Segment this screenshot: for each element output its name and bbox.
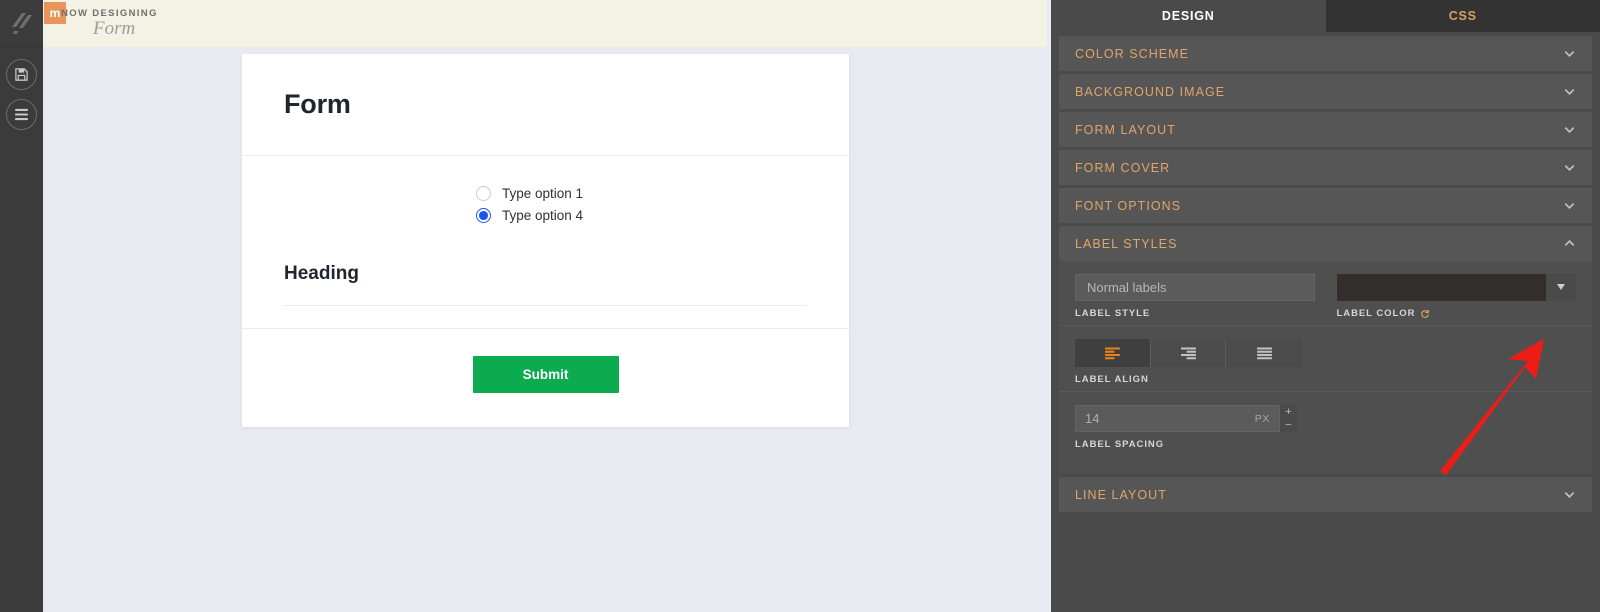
- section-header-line-layout[interactable]: LINE LAYOUT: [1059, 477, 1592, 512]
- label-spacing-input[interactable]: 14 PX: [1075, 405, 1280, 432]
- stepper-buttons: + −: [1280, 405, 1297, 432]
- menu-icon: [14, 108, 29, 121]
- chevron-down-icon: [1562, 46, 1577, 61]
- section-header-font-options[interactable]: FONT OPTIONS: [1059, 188, 1592, 223]
- app-logo[interactable]: [0, 0, 43, 47]
- label-color-picker[interactable]: [1336, 274, 1576, 301]
- chevron-down-icon: [1562, 487, 1577, 502]
- section-title: LINE LAYOUT: [1075, 487, 1167, 502]
- section-background-image: BACKGROUND IMAGE: [1059, 74, 1592, 109]
- label-style-select[interactable]: Normal labels: [1075, 274, 1315, 301]
- align-left-button[interactable]: [1075, 339, 1151, 367]
- label-color-dropdown-button[interactable]: [1546, 274, 1576, 301]
- caption-text: LABEL ALIGN: [1075, 374, 1149, 385]
- app-logo-icon: [9, 10, 35, 36]
- field-label-align: LABEL ALIGN: [1075, 339, 1320, 385]
- form-title: Form: [284, 89, 351, 119]
- app-root: m NOW DESIGNING Form Form Type option 1: [0, 0, 1600, 612]
- section-font-options: FONT OPTIONS: [1059, 188, 1592, 223]
- reset-icon[interactable]: [1420, 309, 1430, 319]
- align-right-icon: [1180, 346, 1197, 360]
- radio-row[interactable]: Type option 4: [476, 208, 807, 223]
- caption-text: LABEL SPACING: [1075, 439, 1165, 450]
- form-footer: Submit: [242, 329, 849, 427]
- radio-row[interactable]: Type option 1: [476, 186, 807, 201]
- field-label-style: Normal labels LABEL STYLE: [1075, 274, 1315, 319]
- rail-buttons: [6, 47, 37, 130]
- stepper-increment-button[interactable]: +: [1280, 405, 1297, 419]
- section-header-label-styles[interactable]: LABEL STYLES: [1059, 226, 1592, 261]
- section-title: FORM COVER: [1075, 160, 1171, 175]
- row-label-style-color: Normal labels LABEL STYLE LABEL COLOR: [1059, 261, 1592, 325]
- chevron-down-icon: [1562, 84, 1577, 99]
- submit-button[interactable]: Submit: [472, 356, 619, 393]
- label-styles-body: Normal labels LABEL STYLE LABEL COLOR LA…: [1059, 261, 1592, 474]
- radio-label-option-4: Type option 4: [502, 208, 584, 223]
- panel-sections: COLOR SCHEME BACKGROUND IMAGE FORM LAYOU…: [1051, 32, 1600, 612]
- tab-design[interactable]: DESIGN: [1051, 0, 1326, 32]
- radio-group: Type option 1 Type option 4: [284, 186, 807, 223]
- label-spacing-value: 14: [1085, 411, 1100, 426]
- label-spacing-unit: PX: [1254, 412, 1270, 425]
- section-header-form-layout[interactable]: FORM LAYOUT: [1059, 112, 1592, 147]
- form-canvas: Form Type option 1 Type option 4 Heading…: [43, 47, 1047, 612]
- form-body: Type option 1 Type option 4 Heading: [242, 156, 849, 329]
- design-panel: DESIGN CSS COLOR SCHEME BACKGROUND IMAGE: [1047, 0, 1600, 612]
- section-header-background-image[interactable]: BACKGROUND IMAGE: [1059, 74, 1592, 109]
- align-justify-icon: [1256, 346, 1273, 360]
- row-label-align: LABEL ALIGN: [1059, 325, 1592, 391]
- field-label-color: LABEL COLOR: [1336, 274, 1577, 319]
- form-card: Form Type option 1 Type option 4 Heading…: [242, 54, 849, 427]
- save-icon: [14, 67, 29, 82]
- save-button[interactable]: [6, 59, 37, 90]
- form-header: Form: [242, 54, 849, 156]
- section-title: LABEL STYLES: [1075, 236, 1178, 251]
- section-header-form-cover[interactable]: FORM COVER: [1059, 150, 1592, 185]
- label-align-group: [1075, 339, 1303, 367]
- label-style-caption: LABEL STYLE: [1075, 308, 1315, 319]
- tab-css[interactable]: CSS: [1325, 0, 1600, 32]
- now-designing-title: Form: [93, 18, 136, 39]
- section-form-layout: FORM LAYOUT: [1059, 112, 1592, 147]
- section-header-color-scheme[interactable]: COLOR SCHEME: [1059, 36, 1592, 71]
- now-designing-bar: m NOW DESIGNING Form: [43, 0, 1047, 47]
- radio-icon-option-1[interactable]: [476, 186, 491, 201]
- chevron-down-icon: [1557, 283, 1565, 292]
- heading-divider: [284, 305, 807, 306]
- heading-block: Heading: [284, 263, 807, 306]
- label-spacing-stepper: 14 PX + −: [1075, 405, 1297, 432]
- radio-icon-option-4[interactable]: [476, 208, 491, 223]
- field-label-spacing: 14 PX + − LABEL SPACING: [1075, 405, 1320, 450]
- align-left-icon: [1104, 346, 1121, 360]
- section-form-cover: FORM COVER: [1059, 150, 1592, 185]
- section-label-styles: LABEL STYLES Normal labels LABEL STYLE L…: [1059, 226, 1592, 474]
- chevron-up-icon: [1562, 236, 1577, 251]
- radio-label-option-1: Type option 1: [502, 186, 584, 201]
- align-justify-button[interactable]: [1226, 339, 1303, 367]
- section-line-layout: LINE LAYOUT: [1059, 477, 1592, 512]
- label-align-caption: LABEL ALIGN: [1075, 374, 1320, 385]
- caption-text: LABEL STYLE: [1075, 308, 1151, 319]
- chevron-down-icon: [1562, 198, 1577, 213]
- label-color-caption: LABEL COLOR: [1337, 308, 1577, 319]
- row-label-spacing: 14 PX + − LABEL SPACING: [1059, 391, 1592, 456]
- left-rail: [0, 0, 43, 612]
- caption-text: LABEL COLOR: [1336, 308, 1416, 319]
- section-title: BACKGROUND IMAGE: [1075, 84, 1226, 99]
- label-spacing-caption: LABEL SPACING: [1075, 439, 1320, 450]
- section-color-scheme: COLOR SCHEME: [1059, 36, 1592, 71]
- chevron-down-icon: [1562, 160, 1577, 175]
- align-right-button[interactable]: [1150, 339, 1227, 367]
- section-heading: Heading: [284, 263, 359, 284]
- section-title: FORM LAYOUT: [1075, 122, 1176, 137]
- section-title: FONT OPTIONS: [1075, 198, 1182, 213]
- label-color-swatch[interactable]: [1336, 274, 1546, 301]
- panel-tabs: DESIGN CSS: [1051, 0, 1600, 32]
- stepper-decrement-button[interactable]: −: [1280, 418, 1297, 432]
- section-title: COLOR SCHEME: [1075, 46, 1190, 61]
- center-column: m NOW DESIGNING Form Form Type option 1: [43, 0, 1047, 612]
- menu-button[interactable]: [6, 99, 37, 130]
- chevron-down-icon: [1562, 122, 1577, 137]
